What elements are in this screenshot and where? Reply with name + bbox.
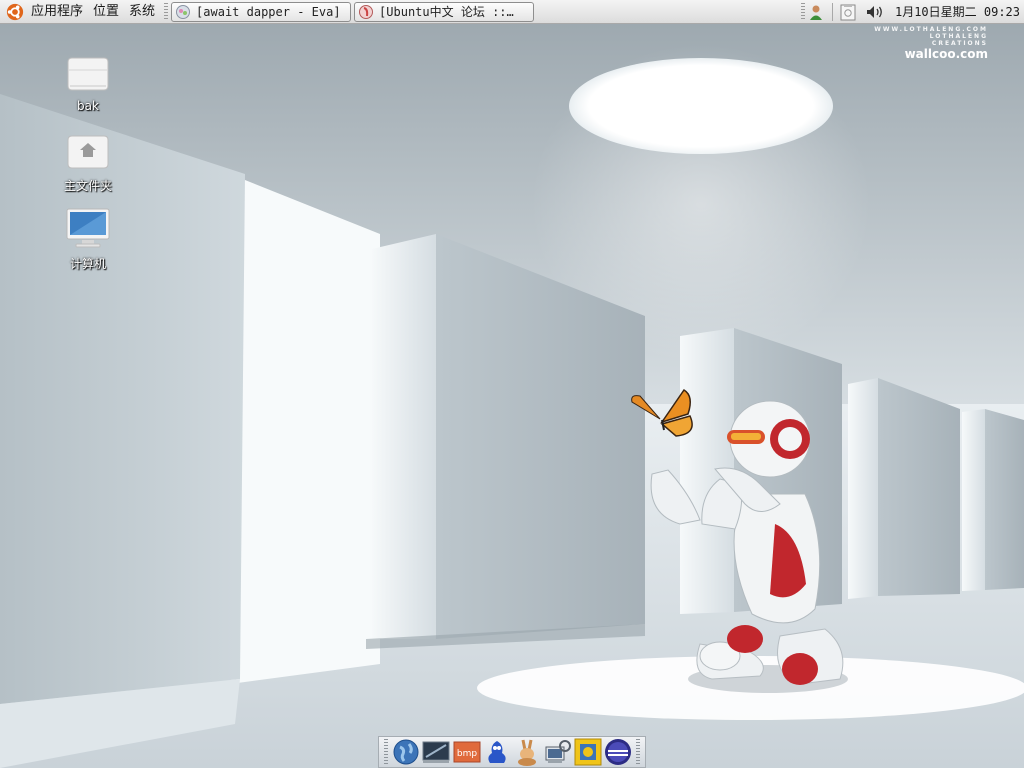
bottom-panel-launchers: bmp	[378, 736, 646, 768]
menu-places[interactable]: 位置	[88, 1, 124, 23]
remote-desktop-icon	[545, 740, 571, 763]
volume-icon[interactable]	[865, 3, 885, 21]
rabbit-icon	[518, 739, 537, 766]
launcher-puzzle[interactable]	[574, 738, 602, 766]
launcher-rabbit[interactable]	[513, 738, 541, 766]
desktop-icon-label: bak	[77, 99, 99, 113]
launcher-image-viewer[interactable]: bmp	[452, 738, 481, 766]
menu-system[interactable]: 系统	[124, 1, 160, 23]
desktop-icon-computer[interactable]: 计算机	[43, 206, 133, 272]
eclipse-icon	[605, 739, 632, 765]
desktop-icon-label: 主文件夹	[63, 179, 112, 193]
tray-separator	[831, 2, 833, 21]
clipboard-icon[interactable]	[839, 3, 857, 21]
computer-icon	[66, 208, 110, 248]
task-label: [await dapper - Eva]	[196, 4, 341, 19]
terminal-icon	[422, 741, 450, 763]
task-button-firefox[interactable]: [Ubuntu中文 论坛 ::…	[354, 1, 535, 22]
panel-handle[interactable]	[636, 739, 641, 765]
menu-applications[interactable]: 应用程序	[26, 1, 88, 23]
top-panel: 应用程序 位置 系统 [await dapper - Eva] [Ubuntu中…	[0, 0, 1024, 24]
firefox-icon	[359, 4, 374, 19]
panel-handle[interactable]	[164, 2, 169, 21]
launcher-terminal[interactable]	[422, 738, 450, 766]
clock[interactable]: 1月10日星期二 09:23	[895, 3, 1020, 20]
system-tray: 1月10日星期二 09:23	[797, 0, 1024, 23]
folder-icon	[67, 57, 109, 91]
bmp-image-icon: bmp	[453, 741, 481, 763]
gaim-icon	[488, 741, 506, 763]
launcher-gaim[interactable]	[483, 738, 511, 766]
desktop-icon-bak[interactable]: bak	[43, 52, 133, 113]
launcher-web-browser[interactable]	[392, 738, 420, 766]
task-button-music[interactable]: [await dapper - Eva]	[171, 1, 352, 22]
music-player-icon	[176, 4, 191, 19]
svg-text:bmp: bmp	[456, 749, 476, 759]
ubuntu-logo-icon[interactable]	[6, 3, 24, 21]
task-label: [Ubuntu中文 论坛 ::…	[379, 5, 514, 19]
watermark-line: CREATIONS	[931, 40, 988, 47]
watermark-line: LOTHALENG	[929, 33, 988, 40]
desktop-icon-label: 计算机	[69, 257, 106, 271]
desktop-wallpaper	[0, 24, 1024, 768]
user-switcher-icon[interactable]	[808, 3, 826, 21]
watermark-line: WWW.LOTHALENG.COM	[874, 26, 988, 33]
home-folder-icon	[67, 135, 109, 169]
panel-handle[interactable]	[800, 2, 805, 21]
desktop-icon-home[interactable]: 主文件夹	[43, 130, 133, 194]
watermark-site: wallcoo.com	[904, 47, 988, 61]
panel-handle[interactable]	[384, 739, 388, 765]
puzzle-icon	[574, 738, 602, 766]
wallpaper-watermark: WWW.LOTHALENG.COM LOTHALENG CREATIONS wa…	[874, 26, 988, 61]
launcher-remote-desktop[interactable]	[543, 738, 571, 766]
web-browser-icon	[393, 739, 419, 765]
launcher-eclipse[interactable]	[604, 738, 632, 766]
